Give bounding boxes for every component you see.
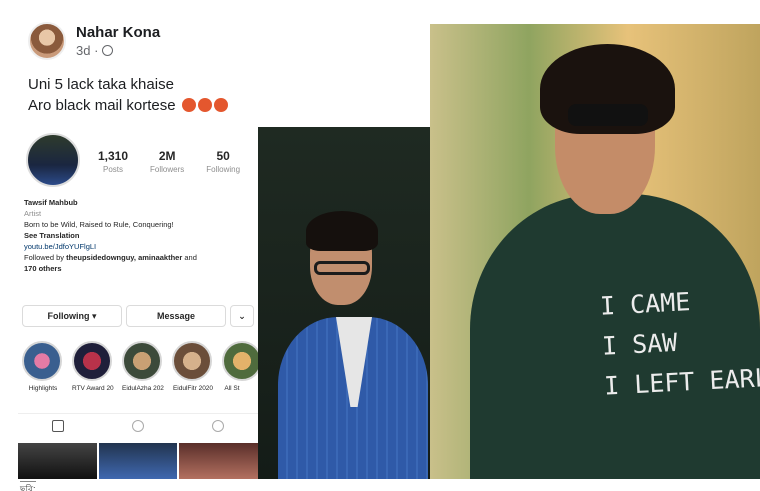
author-avatar[interactable] [28, 22, 66, 60]
angry-emoji-icon [197, 98, 212, 112]
highlight-item[interactable]: All St [222, 341, 262, 392]
profile-actions: Following ▾ Message ⌄ [22, 305, 254, 327]
bio-text: Born to be Wild, Raised to Rule, Conquer… [24, 220, 174, 229]
profile-name: Tawsif Mahbub [24, 198, 78, 207]
see-translation-link[interactable]: See Translation [24, 230, 254, 241]
post-thumbnail[interactable] [179, 443, 259, 479]
post-text: Uni 5 lack taka khaise Aro black mail ko… [28, 74, 228, 116]
stat-following[interactable]: 50 Following [206, 149, 240, 174]
story-highlights: Highlights RTV Award 20... EidulAzha 202… [22, 341, 262, 392]
more-button[interactable]: ⌄ [230, 305, 254, 327]
highlight-label: EidulAzha 2020 [122, 385, 164, 392]
globe-icon [102, 45, 114, 56]
angry-emoji-icon [181, 98, 196, 112]
followed-by[interactable]: Followed by theupsidedownguy, aminaakthe… [24, 252, 254, 263]
reels-icon[interactable] [132, 419, 144, 432]
stat-label: Following [206, 165, 241, 174]
stat-posts[interactable]: 1,310 Posts [98, 149, 128, 174]
highlight-label: RTV Award 20... [72, 385, 114, 392]
highlight-item[interactable]: EidulFitr 2020 [172, 341, 214, 392]
post-time-text: 3d · [76, 43, 99, 58]
post-meta: Nahar Kona 3d · [76, 24, 160, 58]
profile-tabs [18, 413, 258, 437]
angry-emoji-icon [213, 98, 228, 112]
stat-value: 1,310 [98, 149, 129, 163]
photo-tshirt: I CAME I SAW I LEFT EARLY [430, 24, 760, 479]
stat-label: Followers [150, 165, 185, 174]
post-time: 3d · [76, 43, 160, 58]
followed-by-names: theupsidedownguy, aminaakther [66, 253, 183, 262]
profile-link[interactable]: youtu.be/JdfoYUFlgLI [24, 241, 254, 252]
message-button[interactable]: Message [126, 305, 226, 327]
highlight-item[interactable]: Highlights [22, 341, 64, 392]
profile-bio: Tawsif Mahbub Artist Born to be Wild, Ra… [24, 197, 254, 274]
tagged-icon[interactable] [212, 419, 224, 432]
post-thumbnail[interactable] [18, 443, 97, 479]
followed-by-and: and [184, 253, 197, 262]
followed-by-others[interactable]: 170 others [24, 263, 254, 274]
stat-value: 50 [216, 149, 230, 163]
instagram-profile: 1,310 Posts 2M Followers 50 Following Ta… [18, 127, 262, 479]
facebook-post: Nahar Kona 3d · Uni 5 lack taka khaise A… [18, 14, 430, 126]
followed-by-prefix: Followed by [24, 253, 65, 262]
profile-category: Artist [24, 209, 42, 218]
stat-followers[interactable]: 2M Followers [150, 149, 184, 174]
sunglasses-shape [568, 104, 648, 126]
post-thumbnail[interactable] [98, 443, 178, 479]
post-text-line1: Uni 5 lack taka khaise [28, 76, 174, 93]
post-grid [18, 443, 259, 479]
glasses-shape [314, 261, 370, 275]
caption: ছবি: [20, 481, 36, 491]
highlight-item[interactable]: RTV Award 20... [72, 341, 114, 392]
highlight-label: All St [224, 385, 240, 392]
highlight-item[interactable]: EidulAzha 2020 [122, 341, 164, 392]
highlight-label: EidulFitr 2020 [172, 385, 214, 392]
hair-shape [306, 211, 378, 251]
tshirt-text: I CAME I SAW I LEFT EARLY [599, 287, 760, 401]
photo-suit [258, 127, 430, 479]
author-name[interactable]: Nahar Kona [76, 24, 160, 41]
profile-stats: 1,310 Posts 2M Followers 50 Following [98, 149, 240, 174]
grid-icon[interactable] [52, 419, 64, 432]
post-text-line2: Aro black mail kortese [28, 95, 228, 116]
profile-avatar[interactable] [26, 133, 80, 187]
post-header: Nahar Kona 3d · [28, 22, 160, 60]
highlight-label: Highlights [28, 385, 58, 392]
stat-label: Posts [103, 165, 124, 174]
stat-value: 2M [158, 149, 176, 163]
following-button[interactable]: Following ▾ [22, 305, 122, 327]
